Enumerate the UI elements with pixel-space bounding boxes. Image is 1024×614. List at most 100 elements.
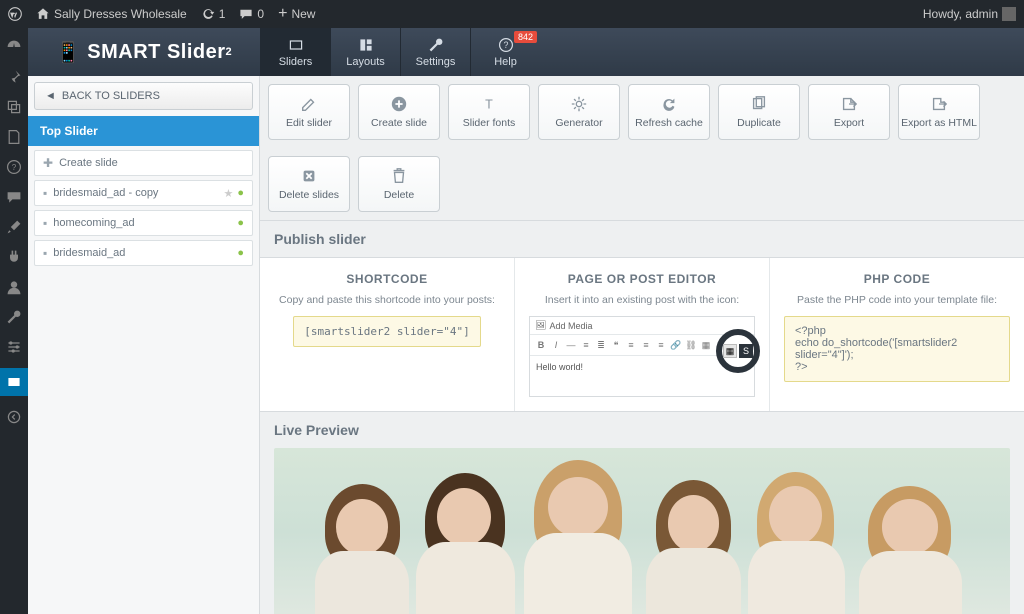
back-to-sliders-button[interactable]: ◄ BACK TO SLIDERS <box>34 82 253 110</box>
site-link[interactable]: Sally Dresses Wholesale <box>36 7 187 21</box>
bullet-icon: ▪ <box>43 186 47 200</box>
generator-button[interactable]: Generator <box>538 84 620 140</box>
ss-logo: 📱 SMART Slider2 <box>28 28 260 76</box>
menu-comments[interactable] <box>5 188 23 206</box>
svg-text:?: ? <box>503 40 508 50</box>
wp-admin-menu: ? <box>0 28 28 614</box>
comment-icon <box>239 7 253 21</box>
menu-smartslider[interactable] <box>0 368 28 396</box>
shortcode-box[interactable]: [smartslider2 slider="4"] <box>293 316 481 347</box>
export-button[interactable]: Export <box>808 84 890 140</box>
comments-link[interactable]: 0 <box>239 7 264 21</box>
user-icon <box>6 279 22 295</box>
menu-plugins[interactable] <box>5 248 23 266</box>
check-icon[interactable]: ● <box>237 187 244 200</box>
menu-appearance[interactable] <box>5 218 23 236</box>
dashboard-icon <box>6 39 22 55</box>
wp-admin-bar: Sally Dresses Wholesale 1 0 +New Howdy, … <box>0 0 1024 28</box>
export-icon <box>930 95 948 113</box>
updates-link[interactable]: 1 <box>201 7 226 21</box>
publish-editor-col: PAGE OR POST EDITOR Insert it into an ex… <box>515 258 770 411</box>
wrench-icon <box>6 309 22 325</box>
smartslider-icon <box>6 374 22 390</box>
plus-icon: ✚ <box>43 156 53 170</box>
slide-item[interactable]: ▪ bridesmaid_ad ● <box>34 240 253 266</box>
main-content: 📱 SMART Slider2 Sliders Layouts Settings… <box>28 28 1024 614</box>
delete-slides-button[interactable]: Delete slides <box>268 156 350 212</box>
slider-preview <box>274 448 1010 614</box>
export-icon <box>840 95 858 113</box>
add-media-button: 🖼Add Media <box>530 317 754 335</box>
tab-help[interactable]: 842 ? Help <box>470 28 540 76</box>
x-icon <box>300 167 318 185</box>
publish-row: SHORTCODE Copy and paste this shortcode … <box>260 257 1024 412</box>
edit-icon <box>300 95 318 113</box>
refresh-icon <box>660 95 678 113</box>
media-icon: 🖼 <box>535 320 546 331</box>
home-icon <box>36 7 50 21</box>
publish-section-title: Publish slider <box>260 221 1024 257</box>
font-icon: T <box>480 95 498 113</box>
howdy-link[interactable]: Howdy, admin <box>923 7 1016 21</box>
current-slider-header[interactable]: Top Slider <box>28 116 259 146</box>
wp-logo[interactable] <box>8 7 22 21</box>
sliders-icon <box>288 37 304 53</box>
editor-mock: 🖼Add Media BI—≡≣❝≡≡≡🔗⛓▦ ▦S Hello world! <box>529 316 755 397</box>
smartslider-insert-icon[interactable]: ▦S <box>716 329 760 373</box>
pin-icon <box>6 69 22 85</box>
avatar-icon <box>1002 7 1016 21</box>
menu-media[interactable] <box>5 98 23 116</box>
php-code-box[interactable]: <?php echo do_shortcode('[smartslider2 s… <box>784 316 1010 382</box>
menu-tools[interactable] <box>5 308 23 326</box>
menu-pages[interactable] <box>5 128 23 146</box>
publish-php-col: PHP CODE Paste the PHP code into your te… <box>770 258 1024 411</box>
comment-icon <box>6 189 22 205</box>
wordpress-icon <box>8 7 22 21</box>
duplicate-button[interactable]: Duplicate <box>718 84 800 140</box>
bullet-icon: ▪ <box>43 246 47 260</box>
media-icon <box>6 99 22 115</box>
publish-shortcode-col: SHORTCODE Copy and paste this shortcode … <box>260 258 515 411</box>
menu-collapse[interactable] <box>5 408 23 426</box>
trash-icon <box>390 167 408 185</box>
sliders-icon <box>6 339 22 355</box>
slide-item[interactable]: ▪ bridesmaid_ad - copy ★● <box>34 180 253 206</box>
tab-layouts[interactable]: Layouts <box>330 28 400 76</box>
menu-settings[interactable] <box>5 338 23 356</box>
edit-slider-button[interactable]: Edit slider <box>268 84 350 140</box>
slider-side-panel: ◄ BACK TO SLIDERS Top Slider ✚ Create sl… <box>28 76 260 614</box>
gear-icon <box>570 95 588 113</box>
ss-header: 📱 SMART Slider2 Sliders Layouts Settings… <box>28 28 1024 76</box>
bullet-icon: ▪ <box>43 216 47 230</box>
slide-item[interactable]: ▪ homecoming_ad ● <box>34 210 253 236</box>
collapse-icon <box>6 409 22 425</box>
brush-icon <box>6 219 22 235</box>
export-html-button[interactable]: Export as HTML <box>898 84 980 140</box>
menu-posts[interactable] <box>5 68 23 86</box>
refresh-cache-button[interactable]: Refresh cache <box>628 84 710 140</box>
chevron-left-icon: ◄ <box>45 90 56 102</box>
menu-dashboard[interactable] <box>5 38 23 56</box>
slider-editor-area: Edit slider Create slide TSlider fonts G… <box>260 76 1024 614</box>
help-badge: 842 <box>514 31 537 43</box>
live-preview-title: Live Preview <box>260 412 1024 448</box>
create-slide-item[interactable]: ✚ Create slide <box>34 150 253 176</box>
create-slide-button[interactable]: Create slide <box>358 84 440 140</box>
menu-users[interactable] <box>5 278 23 296</box>
delete-button[interactable]: Delete <box>358 156 440 212</box>
help-icon: ? <box>6 159 22 175</box>
copy-icon <box>750 95 768 113</box>
layouts-icon <box>358 37 374 53</box>
help-icon: ? <box>498 37 514 53</box>
svg-text:T: T <box>485 98 493 112</box>
slider-fonts-button[interactable]: TSlider fonts <box>448 84 530 140</box>
check-icon[interactable]: ● <box>237 217 244 229</box>
new-link[interactable]: +New <box>278 6 315 22</box>
menu-unknown-q[interactable]: ? <box>5 158 23 176</box>
page-icon <box>6 129 22 145</box>
tab-sliders[interactable]: Sliders <box>260 28 330 76</box>
check-icon[interactable]: ● <box>237 247 244 259</box>
star-icon[interactable]: ★ <box>223 187 233 200</box>
tab-settings[interactable]: Settings <box>400 28 470 76</box>
update-icon <box>201 7 215 21</box>
